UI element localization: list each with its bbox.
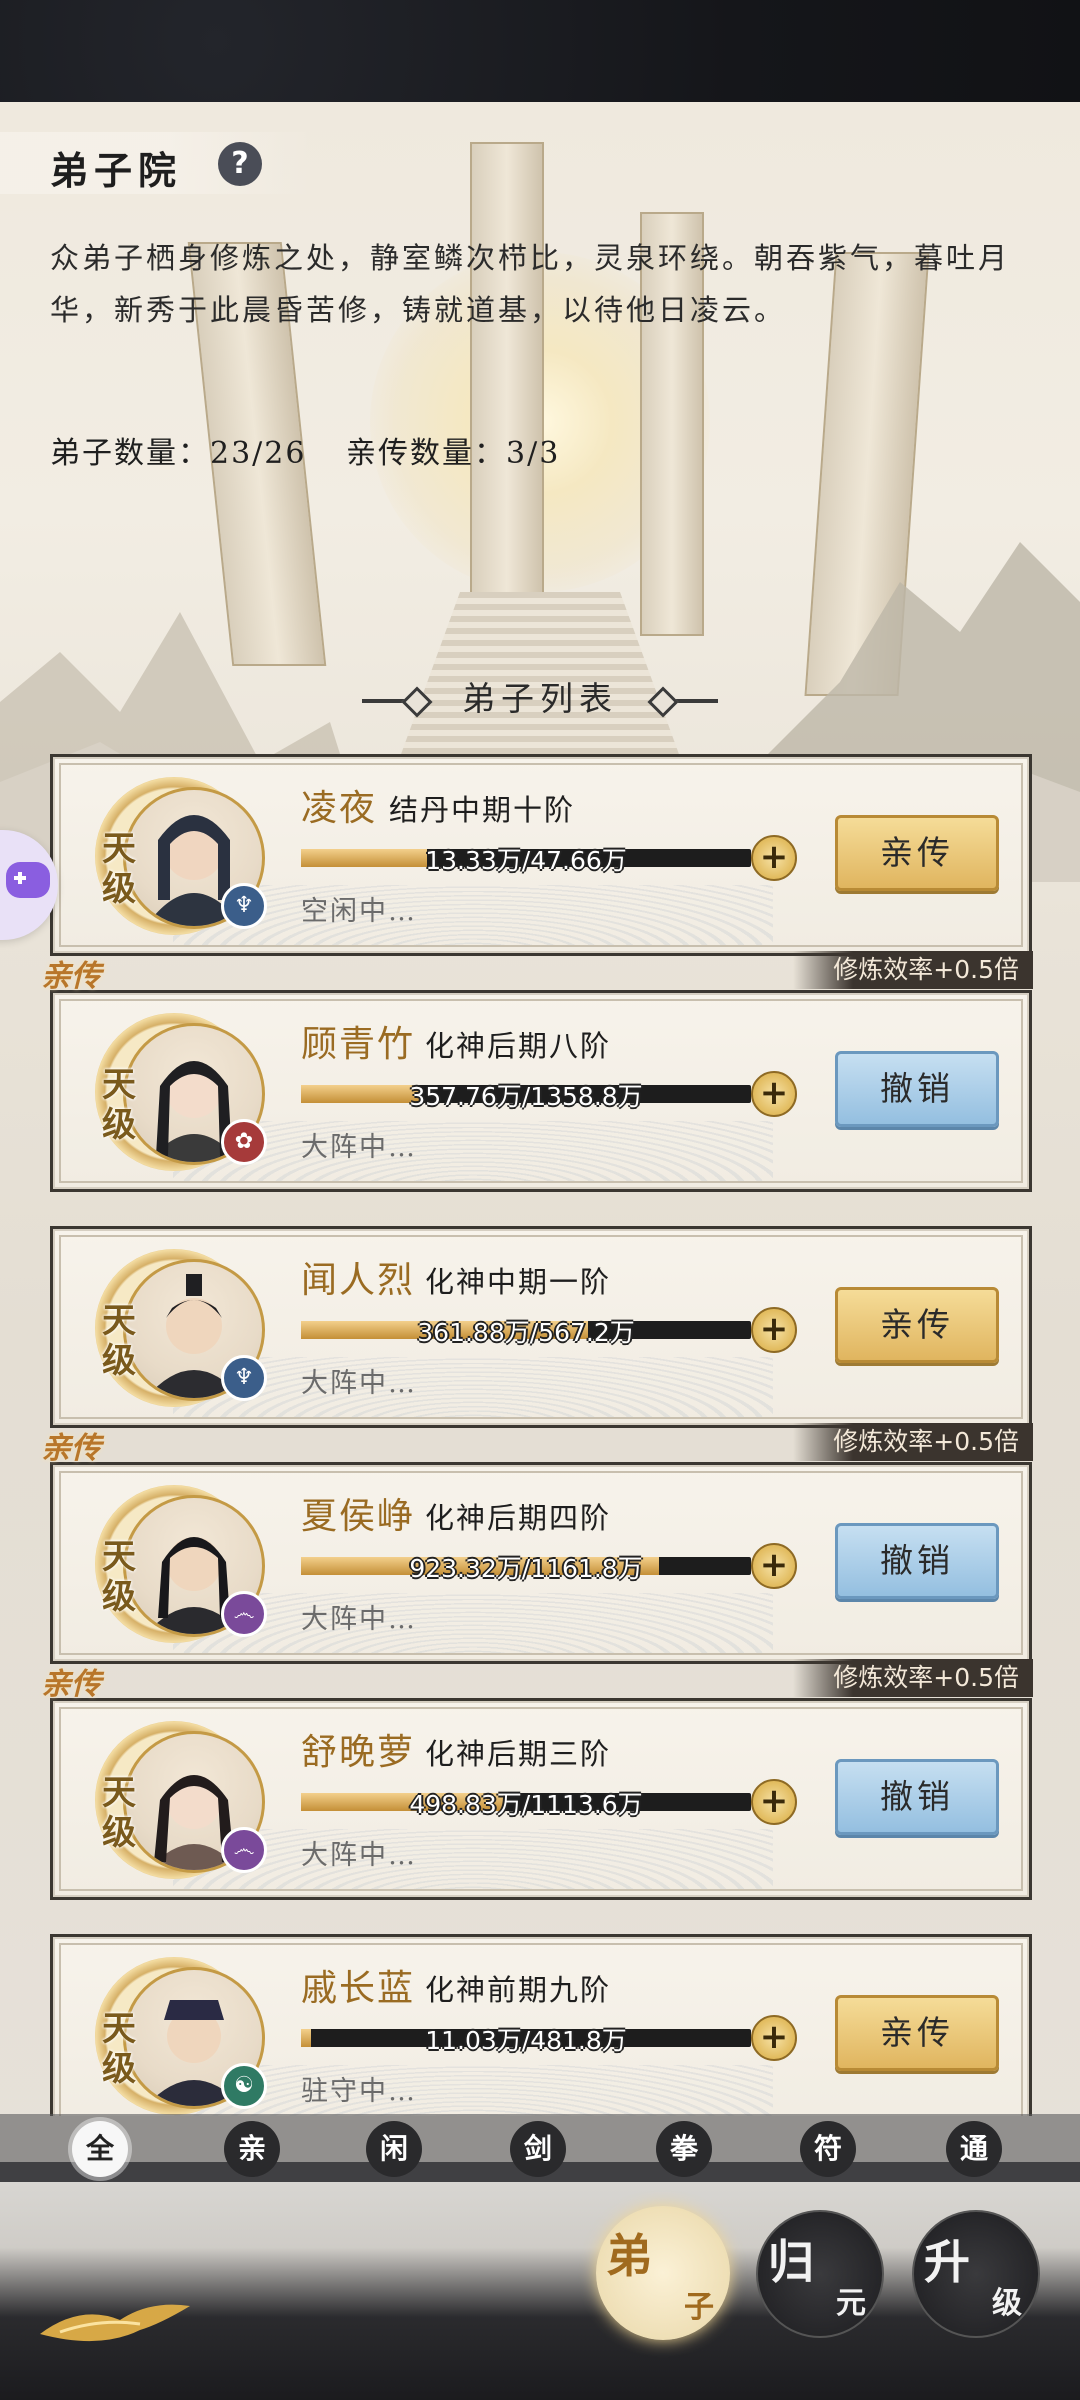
filter-bar: 全 亲 闲 剑 拳 符 通 bbox=[0, 2114, 1080, 2182]
disciple-status: 驻守中… bbox=[301, 2076, 417, 2107]
filter-fist[interactable]: 拳 bbox=[656, 2121, 712, 2177]
add-cultivation-button[interactable]: + bbox=[751, 1779, 797, 1825]
progress-bar: 357.76万/1358.8万 bbox=[301, 1082, 751, 1111]
inner-disciple-button[interactable]: 亲传 bbox=[835, 1287, 999, 1363]
disciple-status: 大阵中… bbox=[301, 1368, 417, 1399]
disciple-name: 夏侯峥 bbox=[301, 1496, 416, 1537]
disciple-card[interactable]: 亲传 修炼效率+0.5倍 天级 ෴ 舒晚萝 化神后期三阶 498.83万/111… bbox=[41, 1659, 1033, 1900]
inner-disciple-count: 亲传数量：3/3 bbox=[346, 436, 561, 471]
cloud-logo-icon bbox=[40, 2304, 190, 2342]
add-cultivation-button[interactable]: + bbox=[751, 835, 797, 881]
count-summary: 弟子数量：23/26 亲传数量：3/3 bbox=[50, 428, 588, 472]
progress-bar: 498.83万/1113.6万 bbox=[301, 1790, 751, 1819]
disciple-status: 空闲中… bbox=[301, 896, 417, 927]
water-icon: ♆ bbox=[221, 883, 267, 929]
wind-icon: ☯ bbox=[221, 2063, 267, 2109]
disciple-count: 弟子数量：23/26 bbox=[50, 436, 307, 471]
grade-label: 天级 bbox=[102, 829, 136, 909]
grade-label: 天级 bbox=[102, 2009, 136, 2089]
disciple-card[interactable]: 亲传 修炼效率+0.5倍 天级 ✿ 顾青竹 化神后期八阶 357.76万/135… bbox=[41, 951, 1033, 1192]
grade-label: 天级 bbox=[102, 1301, 136, 1381]
disciple-status: 大阵中… bbox=[301, 1840, 417, 1871]
ornament-right-icon bbox=[658, 699, 718, 703]
disciple-list[interactable]: 天级 ♆ 凌夜 结丹中期十阶 13.33万/47.66万 + 空闲中… 亲传 亲… bbox=[0, 750, 1080, 2116]
list-title: 弟子列表 bbox=[0, 672, 1080, 720]
filter-all[interactable]: 全 bbox=[72, 2121, 128, 2177]
bonus-badge: 修炼效率+0.5倍 bbox=[793, 1423, 1033, 1461]
inner-disciple-tag: 亲传 bbox=[41, 1667, 101, 1702]
revoke-button[interactable]: 撤销 bbox=[835, 1759, 999, 1835]
disciple-card[interactable]: 亲传 修炼效率+0.5倍 天级 ෴ 夏侯峥 化神后期四阶 923.32万/116… bbox=[41, 1423, 1033, 1664]
swirl-icon: ෴ bbox=[221, 1591, 267, 1637]
inner-disciple-tag: 亲传 bbox=[41, 1431, 101, 1466]
bottom-nav: 弟 子 归 元 升 级 bbox=[0, 2182, 1080, 2400]
nav-return-button[interactable]: 归 元 bbox=[756, 2210, 884, 2338]
bonus-badge: 修炼效率+0.5倍 bbox=[793, 1659, 1033, 1697]
disciple-name: 戚长蓝 bbox=[301, 1968, 416, 2009]
filter-sword[interactable]: 剑 bbox=[510, 2121, 566, 2177]
disciple-name: 舒晚萝 bbox=[301, 1732, 416, 1773]
disciple-realm: 化神后期八阶 bbox=[425, 1029, 612, 1063]
disciple-realm: 结丹中期十阶 bbox=[389, 793, 576, 827]
bonus-badge: 修炼效率+0.5倍 bbox=[793, 951, 1033, 989]
page-title: 弟子院 bbox=[50, 148, 183, 193]
progress-bar: 923.32万/1161.8万 bbox=[301, 1554, 751, 1583]
inner-disciple-tag: 亲传 bbox=[41, 959, 101, 994]
disciple-card[interactable]: 天级 ☯ 戚长蓝 化神前期九阶 11.03万/481.8万 + 驻守中… 亲传 bbox=[50, 1934, 1032, 2116]
filter-inner[interactable]: 亲 bbox=[224, 2121, 280, 2177]
disciple-realm: 化神后期四阶 bbox=[425, 1501, 612, 1535]
progress-bar: 11.03万/481.8万 bbox=[301, 2026, 751, 2055]
grade-label: 天级 bbox=[102, 1537, 136, 1617]
nav-disciple-button[interactable]: 弟 子 bbox=[596, 2206, 730, 2340]
revoke-button[interactable]: 撤销 bbox=[835, 1051, 999, 1127]
disciple-status: 大阵中… bbox=[301, 1604, 417, 1635]
filter-talisman[interactable]: 符 bbox=[800, 2121, 856, 2177]
disciple-realm: 化神中期一阶 bbox=[425, 1265, 612, 1299]
disciple-card[interactable]: 天级 ♆ 凌夜 结丹中期十阶 13.33万/47.66万 + 空闲中… 亲传 bbox=[50, 754, 1032, 956]
add-cultivation-button[interactable]: + bbox=[751, 2015, 797, 2061]
add-cultivation-button[interactable]: + bbox=[751, 1071, 797, 1117]
inner-disciple-button[interactable]: 亲传 bbox=[835, 815, 999, 891]
disciple-realm: 化神后期三阶 bbox=[425, 1737, 612, 1771]
nav-upgrade-button[interactable]: 升 级 bbox=[912, 2210, 1040, 2338]
page-description: 众弟子栖身修炼之处，静室鳞次栉比，灵泉环绕。朝吞紫气，暮吐月华，新秀于此晨昏苦修… bbox=[50, 241, 1011, 327]
swirl-icon: ෴ bbox=[221, 1827, 267, 1873]
disciple-name: 顾青竹 bbox=[301, 1024, 416, 1065]
inner-disciple-button[interactable]: 亲传 bbox=[835, 1995, 999, 2071]
disciple-name: 凌夜 bbox=[301, 788, 378, 829]
help-icon[interactable]: ? bbox=[218, 142, 262, 186]
revoke-button[interactable]: 撤销 bbox=[835, 1523, 999, 1599]
progress-bar: 361.88万/567.2万 bbox=[301, 1318, 751, 1347]
fire-icon: ✿ bbox=[221, 1119, 267, 1165]
disciple-realm: 化神前期九阶 bbox=[425, 1973, 612, 2007]
filter-general[interactable]: 通 bbox=[946, 2121, 1002, 2177]
water-icon: ♆ bbox=[221, 1355, 267, 1401]
disciple-status: 大阵中… bbox=[301, 1132, 417, 1163]
progress-bar: 13.33万/47.66万 bbox=[301, 846, 751, 875]
filter-idle[interactable]: 闲 bbox=[366, 2121, 422, 2177]
grade-label: 天级 bbox=[102, 1065, 136, 1145]
ornament-left-icon bbox=[362, 699, 422, 703]
status-bar bbox=[0, 0, 1080, 102]
add-cultivation-button[interactable]: + bbox=[751, 1307, 797, 1353]
disciple-card[interactable]: 天级 ♆ 闻人烈 化神中期一阶 361.88万/567.2万 + 大阵中… 亲传 bbox=[50, 1226, 1032, 1428]
add-cultivation-button[interactable]: + bbox=[751, 1543, 797, 1589]
grade-label: 天级 bbox=[102, 1773, 136, 1853]
disciple-name: 闻人烈 bbox=[301, 1260, 416, 1301]
